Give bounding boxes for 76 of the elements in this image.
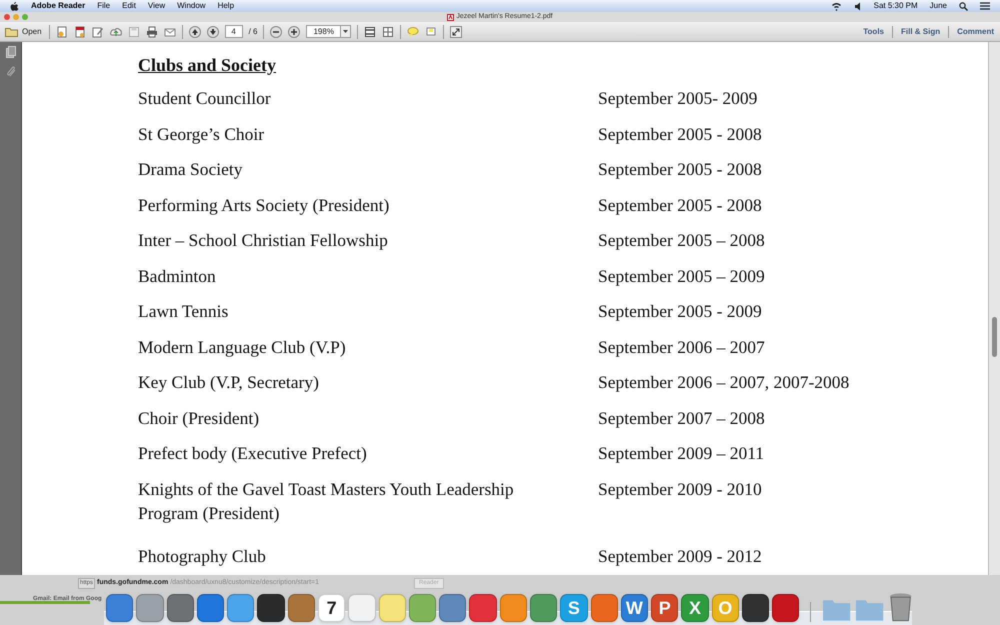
apple-menu-icon[interactable] bbox=[10, 1, 19, 11]
app-icon[interactable] bbox=[742, 594, 770, 622]
activity-dates: September 2005 – 2009 bbox=[597, 264, 766, 288]
user-name[interactable]: June bbox=[930, 0, 947, 12]
activity-name: Prefect body (Executive Prefect) bbox=[138, 442, 368, 465]
folder-icon bbox=[5, 26, 18, 36]
app-icon[interactable]: W bbox=[620, 594, 648, 622]
activity-name: Student Councillor bbox=[138, 87, 272, 110]
close-button[interactable] bbox=[4, 14, 10, 20]
mail-icon[interactable] bbox=[164, 26, 176, 38]
activity-name: Choir (President) bbox=[138, 406, 260, 430]
attachments-icon[interactable] bbox=[6, 66, 16, 78]
clock-text[interactable]: Sat 5:30 PM bbox=[874, 0, 918, 12]
speaker-icon[interactable] bbox=[854, 2, 862, 10]
app-icon[interactable]: 7 bbox=[318, 594, 346, 622]
previous-page-icon[interactable] bbox=[188, 26, 201, 38]
cloud-upload-icon[interactable] bbox=[110, 26, 122, 38]
section-heading: Clubs and Society bbox=[138, 54, 278, 77]
page-layout-icon[interactable] bbox=[382, 26, 394, 38]
scrolling-mode-icon[interactable] bbox=[364, 26, 376, 38]
activity-name: Knights of the Gavel Toast Masters Youth Leadership Program (President) bbox=[138, 478, 515, 525]
expand-icon[interactable] bbox=[450, 26, 462, 38]
caret-icon bbox=[342, 30, 348, 33]
menu-item[interactable]: Edit bbox=[122, 0, 136, 12]
print-icon[interactable] bbox=[146, 26, 158, 38]
activity-name: Performing Arts Society (President) bbox=[138, 194, 390, 216]
activity-dates: September 2005- 2009 bbox=[597, 87, 758, 110]
zoom-in-icon[interactable] bbox=[288, 26, 300, 38]
zoom-out-icon[interactable] bbox=[270, 26, 282, 38]
app-icon[interactable] bbox=[772, 594, 800, 622]
activity-name: St George’s Choir bbox=[138, 122, 266, 146]
activity-name: Inter – School Christian Fellowship bbox=[138, 229, 389, 252]
menu-item[interactable]: Window bbox=[177, 0, 206, 12]
activity-name: Lawn Tennis bbox=[138, 300, 230, 323]
app-icon[interactable] bbox=[196, 594, 224, 622]
menu-item[interactable]: View bbox=[148, 0, 166, 12]
activity-dates: September 2009 - 2010 bbox=[597, 478, 763, 501]
activity-name: Drama Society bbox=[138, 158, 244, 181]
app-icon[interactable]: P bbox=[651, 594, 678, 622]
activity-dates: September 2005 - 2009 bbox=[597, 300, 763, 323]
page-count: / 6 bbox=[248, 26, 258, 38]
pdf-icon[interactable] bbox=[447, 14, 454, 20]
search-icon[interactable] bbox=[959, 2, 968, 10]
panel-tab[interactable]: Tools bbox=[861, 26, 886, 38]
highlight-note-icon[interactable] bbox=[424, 26, 437, 38]
activity-dates: September 2005 - 2008 bbox=[597, 194, 763, 216]
activity-dates: September 2009 – 2011 bbox=[597, 442, 766, 465]
list-icon[interactable] bbox=[980, 2, 990, 10]
wifi-icon[interactable] bbox=[830, 2, 842, 10]
activity-dates: September 2005 - 2008 bbox=[597, 122, 763, 146]
activity-dates: September 2006 – 2007, 2007-2008 bbox=[597, 371, 850, 394]
activity-dates: September 2005 – 2008 bbox=[597, 229, 766, 252]
page-number-field[interactable]: 4 bbox=[224, 25, 243, 38]
pages-panel-icon[interactable] bbox=[6, 46, 16, 58]
app-icon[interactable] bbox=[257, 594, 285, 622]
activity-dates: September 2007 – 2008 bbox=[597, 406, 766, 430]
activity-name: Photography Club bbox=[138, 545, 267, 568]
activity-name: Badminton bbox=[138, 264, 217, 288]
zoom-dropdown[interactable]: 198% bbox=[306, 25, 351, 38]
app-icon[interactable] bbox=[166, 594, 194, 622]
open-button[interactable]: Open bbox=[4, 26, 43, 38]
next-page-icon[interactable] bbox=[206, 26, 219, 38]
activity-name: Key Club (V.P, Secretary) bbox=[138, 371, 320, 394]
app-menu[interactable]: Adobe Reader bbox=[31, 0, 86, 12]
activity-dates: September 2005 - 2008 bbox=[597, 158, 763, 181]
activity-name: Modern Language Club (V.P) bbox=[138, 336, 347, 358]
activity-dates: September 2006 – 2007 bbox=[597, 336, 766, 358]
menu-item[interactable]: File bbox=[97, 0, 110, 12]
scrollbar-thumb[interactable] bbox=[992, 317, 997, 357]
edit-document-icon[interactable] bbox=[92, 26, 104, 38]
panel-tab[interactable]: Comment bbox=[955, 26, 996, 38]
panel-tab[interactable]: Fill & Sign bbox=[899, 26, 942, 38]
app-icon[interactable]: X bbox=[681, 594, 709, 622]
activity-dates: September 2009 - 2012 bbox=[597, 545, 763, 568]
menu-item[interactable]: Help bbox=[218, 0, 234, 12]
trash-icon[interactable] bbox=[888, 592, 912, 622]
